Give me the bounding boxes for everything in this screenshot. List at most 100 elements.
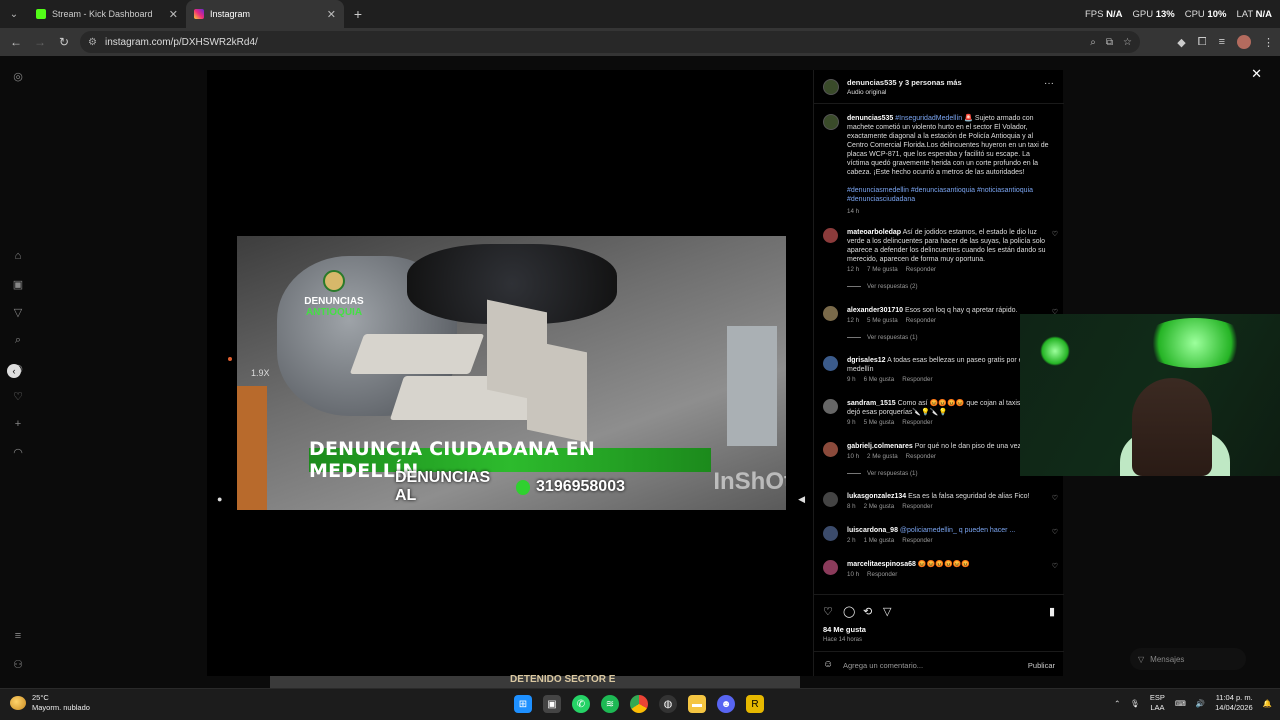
repost-icon[interactable]: ⟲: [863, 605, 872, 618]
avatar[interactable]: [823, 356, 838, 371]
green-light-shape: [1040, 336, 1070, 366]
task-view-icon[interactable]: ▣: [543, 695, 561, 713]
site-info-icon[interactable]: ⚙: [88, 37, 97, 48]
bookmark-star-icon[interactable]: ☆: [1123, 37, 1132, 48]
view-replies[interactable]: Ver respuestas (1): [847, 334, 918, 341]
meta-icon[interactable]: ⚇: [12, 658, 24, 671]
avatar[interactable]: [823, 442, 838, 457]
tab-kick-dashboard[interactable]: Stream - Kick Dashboard ✕: [28, 0, 186, 28]
messages-button[interactable]: ▽ Mensajes: [1130, 648, 1246, 670]
tab-instagram[interactable]: Instagram ✕: [186, 0, 344, 28]
avatar[interactable]: [823, 79, 839, 95]
emoji-icon[interactable]: ☺: [823, 659, 833, 670]
clock[interactable]: 11:04 p. m. 14/04/2026: [1215, 693, 1253, 713]
view-replies[interactable]: Ver respuestas (1): [847, 470, 918, 477]
fps-stat: FPS N/A: [1084, 8, 1123, 20]
home-icon[interactable]: ⌂: [12, 250, 24, 262]
install-app-icon[interactable]: ⧉: [1106, 37, 1113, 48]
discord-icon[interactable]: ☻: [717, 695, 735, 713]
more-options-icon[interactable]: ···: [1044, 78, 1054, 89]
avatar[interactable]: [823, 399, 838, 414]
tab-search-button[interactable]: ⌄: [0, 0, 28, 28]
caption-time: 14 h: [847, 208, 860, 215]
avatar[interactable]: [823, 228, 838, 243]
menu-kebab-icon[interactable]: ⋮: [1263, 36, 1274, 49]
post-author[interactable]: denuncias535 y 3 personas más: [847, 78, 962, 87]
network-icon[interactable]: ⌨: [1175, 699, 1186, 708]
more-menu-icon[interactable]: ≡: [12, 630, 24, 642]
avatar[interactable]: [823, 560, 838, 575]
tab-label: Stream - Kick Dashboard: [52, 9, 153, 19]
obs-icon[interactable]: ◍: [659, 695, 677, 713]
volume-icon[interactable]: 🔊: [1196, 699, 1205, 708]
like-comment-icon[interactable]: ♡: [1052, 528, 1058, 536]
whatsapp-icon[interactable]: ✆: [572, 695, 590, 713]
chevron-up-icon[interactable]: ⌃: [1114, 699, 1120, 708]
avatar[interactable]: [823, 526, 838, 541]
likes-count[interactable]: 84 Me gusta: [823, 625, 866, 634]
video-player[interactable]: DENUNCIAS ANTIOQUIA DENUNCIA CIUDADANA E…: [207, 70, 813, 676]
door-shape: [727, 326, 777, 446]
save-bookmark-icon[interactable]: ▮: [1049, 605, 1055, 618]
view-replies[interactable]: Ver respuestas (2): [847, 283, 918, 290]
inshot-watermark: InShOt: [713, 468, 786, 495]
extensions-puzzle-icon[interactable]: ⧠: [1198, 36, 1207, 49]
comment-input[interactable]: Agrega un comentario...: [843, 661, 923, 670]
close-modal-icon[interactable]: ✕: [1251, 66, 1262, 82]
mute-icon[interactable]: ◀: [798, 494, 805, 505]
post-caption: denuncias535 #InseguridadMedellín 🚨 Suje…: [847, 114, 1052, 204]
search-icon[interactable]: ⌕: [12, 334, 24, 346]
close-icon[interactable]: ✕: [169, 8, 178, 21]
notifications-heart-icon[interactable]: ♡: [12, 390, 24, 403]
reading-list-icon[interactable]: ≡: [1219, 36, 1225, 48]
new-tab-button[interactable]: +: [344, 0, 372, 28]
instagram-logo-icon[interactable]: ◎: [12, 70, 24, 83]
microphone-icon[interactable]: 🎙: [1130, 699, 1140, 708]
threads-icon[interactable]: ◠: [12, 446, 24, 459]
send-icon[interactable]: ▽: [12, 306, 24, 319]
whatsapp-icon: [515, 479, 531, 495]
chrome-icon[interactable]: [630, 695, 648, 713]
forward-icon[interactable]: →: [28, 28, 52, 56]
previous-post-button[interactable]: ‹: [7, 364, 21, 378]
zoom-icon[interactable]: ⌕: [1090, 37, 1096, 48]
url-text: instagram.com/p/DXHSWR2kRd4/: [104, 36, 258, 48]
taskbar-apps: ⊞ ▣ ✆ ≋ ◍ ▬ ☻ R: [514, 695, 764, 713]
file-explorer-icon[interactable]: ▬: [688, 695, 706, 713]
video-frame[interactable]: DENUNCIAS ANTIOQUIA DENUNCIA CIUDADANA E…: [237, 236, 786, 510]
post-actions: ♡ ◯ ⟲ ▽ ▮ 84 Me gusta Hace 14 horas ☺ Ag…: [814, 594, 1064, 676]
share-send-icon[interactable]: ▽: [883, 605, 891, 618]
avatar[interactable]: [823, 306, 838, 321]
post-header: denuncias535 y 3 personas más Audio orig…: [814, 70, 1064, 104]
close-icon[interactable]: ✕: [327, 8, 336, 21]
extension-icon[interactable]: ◆: [1177, 36, 1185, 49]
address-bar[interactable]: ⚙ instagram.com/p/DXHSWR2kRd4/ ⌕ ⧉ ☆: [80, 31, 1140, 53]
like-comment-icon[interactable]: ♡: [1052, 230, 1058, 238]
phone-banner: DENUNCIAS AL 3196958003: [395, 469, 625, 504]
language-indicator[interactable]: ESP LAA: [1150, 693, 1165, 713]
cpu-stat: CPU 10%: [1184, 8, 1227, 20]
spotify-icon[interactable]: ≋: [601, 695, 619, 713]
publish-button[interactable]: Publicar: [1028, 661, 1055, 670]
like-comment-icon[interactable]: ♡: [1052, 494, 1058, 502]
reload-icon[interactable]: ↻: [52, 28, 76, 56]
notifications-bell-icon[interactable]: 🔔: [1263, 699, 1272, 708]
comment-bubble-icon[interactable]: ◯: [843, 605, 855, 618]
like-heart-icon[interactable]: ♡: [823, 605, 833, 618]
rockstar-icon[interactable]: R: [746, 695, 764, 713]
green-light-shape: [1140, 318, 1250, 368]
audio-label[interactable]: Audio original: [847, 89, 886, 96]
tagged-user-icon[interactable]: ●: [217, 494, 222, 504]
profile-avatar[interactable]: [1237, 35, 1251, 49]
chair-shape: [527, 339, 587, 443]
back-icon[interactable]: ←: [4, 28, 28, 56]
like-comment-icon[interactable]: ♡: [1052, 562, 1058, 570]
avatar[interactable]: [823, 114, 839, 130]
avatar[interactable]: [823, 492, 838, 507]
weather-widget[interactable]: 25°C Mayorm. nublado: [10, 693, 90, 713]
windows-start-icon[interactable]: ⊞: [514, 695, 532, 713]
add-comment-bar: ☺ Agrega un comentario... Publicar: [814, 651, 1064, 677]
reels-icon[interactable]: ▣: [12, 278, 24, 291]
create-plus-icon[interactable]: +: [12, 418, 24, 430]
caption-hashtags[interactable]: #denunciasmedellin #denunciasantioquia #…: [847, 186, 1052, 204]
